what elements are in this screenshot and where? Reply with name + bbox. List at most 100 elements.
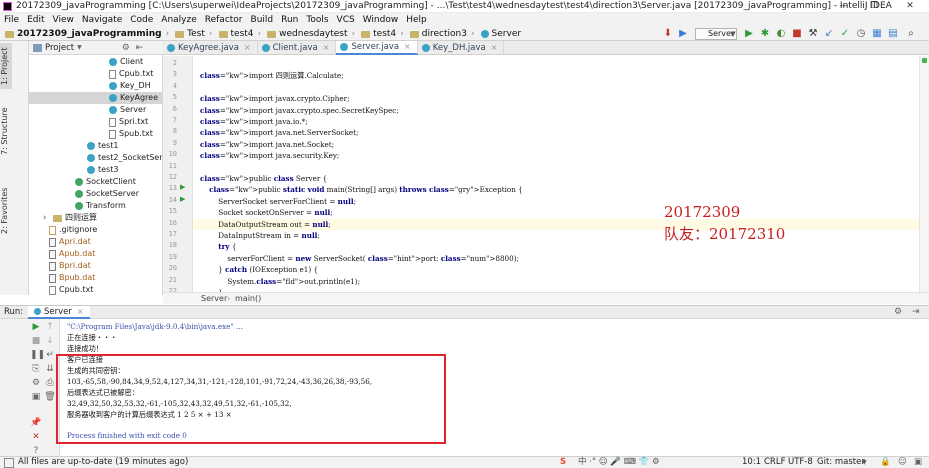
settings-gear-icon[interactable]: ⚙ — [894, 306, 902, 319]
event-log-icon[interactable]: ▣ — [914, 457, 922, 468]
tree-item[interactable]: Client — [29, 56, 162, 68]
tree-item[interactable]: Server — [29, 104, 162, 116]
menu-edit[interactable]: Edit — [23, 13, 48, 27]
close-tab-icon[interactable]: × — [404, 40, 411, 54]
run-gutter-icon[interactable]: ▶ — [180, 195, 185, 203]
editor-crumb-method[interactable]: main() — [235, 293, 261, 304]
breadcrumb-project[interactable]: 20172309_javaProgramming › — [2, 27, 172, 41]
menu-navigate[interactable]: Navigate — [78, 13, 126, 27]
editor-tab[interactable]: KeyAgree.java × — [163, 40, 258, 55]
project-panel-title[interactable]: Project — [45, 43, 74, 53]
close-icon[interactable]: × — [77, 306, 84, 318]
expand-arrow-icon[interactable]: › — [43, 212, 47, 224]
stop-icon[interactable]: ■ — [791, 28, 803, 40]
dropdown-arrow-icon[interactable]: ▼ — [727, 28, 739, 40]
tree-item[interactable]: Bpri.dat — [29, 260, 162, 272]
editor-tab[interactable]: Server.java × — [336, 40, 418, 55]
pause-icon[interactable]: ❚❚ — [30, 349, 45, 361]
editor-scrollbar[interactable] — [919, 56, 929, 292]
tree-item[interactable]: SocketServer — [29, 188, 162, 200]
favorites-tool-tab[interactable]: 2: Favorites — [0, 181, 12, 241]
settings-icon[interactable]: ⚙ — [30, 377, 42, 389]
tree-item[interactable]: Transform — [29, 200, 162, 212]
hide-panel-icon[interactable]: ⇤ — [136, 43, 144, 53]
maximize-button[interactable]: ❐ — [859, 0, 889, 13]
tree-item[interactable]: .gitignore — [29, 224, 162, 236]
menu-code[interactable]: Code — [126, 13, 157, 27]
search-everywhere-icon[interactable]: ⌕ — [905, 28, 917, 40]
status-toggle-icon[interactable] — [4, 458, 14, 468]
breadcrumb-direction3[interactable]: direction3 › — [407, 27, 478, 41]
build-project-icon[interactable]: ⚒ — [807, 28, 819, 40]
tree-item[interactable]: › 四则运算 — [29, 212, 162, 224]
dropdown-arrow-icon[interactable]: ▼ — [77, 44, 82, 51]
vcs-commit-icon[interactable]: ✓ — [839, 28, 851, 40]
vcs-update-icon[interactable]: ↙ — [823, 28, 835, 40]
menu-run[interactable]: Run — [277, 13, 302, 27]
menu-tools[interactable]: Tools — [302, 13, 332, 27]
tree-item[interactable]: Apri.dat — [29, 236, 162, 248]
tree-item[interactable]: Apub.dat — [29, 248, 162, 260]
menu-build[interactable]: Build — [247, 13, 278, 27]
debug-icon[interactable]: ✱ — [759, 28, 771, 40]
code-editor[interactable]: class="kw">import 四则运算.Calculate; class="… — [193, 56, 919, 292]
editor-tab[interactable]: Key_DH.java × — [418, 40, 505, 55]
print-icon[interactable]: ⎙ — [44, 377, 56, 389]
tree-item[interactable]: test2_SocketServer — [29, 152, 162, 164]
sdk-icon[interactable]: ▤ — [887, 28, 899, 40]
menu-refactor[interactable]: Refactor — [201, 13, 247, 27]
menu-view[interactable]: View — [49, 13, 78, 27]
caret-position[interactable]: 10:1 — [742, 457, 761, 468]
breadcrumb-server[interactable]: Server — [478, 27, 525, 41]
minimize-button[interactable]: — — [829, 0, 859, 13]
hide-panel-icon[interactable]: ⇥ — [912, 306, 920, 319]
run-gutter-icon[interactable]: ▶ — [180, 183, 185, 191]
rerun-icon[interactable]: ▶ — [30, 321, 42, 333]
menu-file[interactable]: File — [0, 13, 23, 27]
close-tab-icon[interactable]: × — [244, 41, 251, 55]
pin-icon[interactable]: 📌 — [30, 417, 42, 429]
breadcrumb-test[interactable]: Test › — [172, 27, 215, 41]
tree-item[interactable]: Spri.txt — [29, 116, 162, 128]
restore-layout-icon[interactable]: ▣ — [30, 391, 42, 403]
close-icon[interactable]: ✕ — [30, 431, 42, 443]
clear-all-icon[interactable]: 🗑 — [44, 391, 56, 403]
project-tool-tab[interactable]: 1: Project — [0, 43, 12, 89]
menu-analyze[interactable]: Analyze — [157, 13, 200, 27]
soft-wrap-icon[interactable]: ↵ — [44, 349, 56, 361]
tree-item[interactable]: Key_DH — [29, 80, 162, 92]
menu-window[interactable]: Window — [359, 13, 403, 27]
git-branch[interactable]: Git: master — [817, 457, 865, 468]
file-encoding[interactable]: UTF-8 — [788, 457, 813, 468]
close-window-button[interactable]: ✕ — [895, 0, 925, 13]
project-structure-icon[interactable]: ▦ — [871, 28, 883, 40]
line-separator[interactable]: CRLF — [764, 457, 785, 468]
close-tab-icon[interactable]: × — [323, 41, 330, 55]
tree-item[interactable]: test3 — [29, 164, 162, 176]
history-icon[interactable]: ◷ — [855, 28, 867, 40]
editor-crumb-class[interactable]: Server — [201, 293, 227, 304]
tree-item[interactable]: Spub.txt — [29, 128, 162, 140]
editor-tab[interactable]: Client.java × — [258, 40, 337, 55]
close-tab-icon[interactable]: × — [491, 41, 498, 55]
menu-help[interactable]: Help — [402, 13, 431, 27]
build-arrow-icon[interactable]: ⬇ — [662, 28, 674, 40]
tree-item[interactable]: test1 — [29, 140, 162, 152]
stop-icon[interactable]: ■ — [30, 335, 42, 347]
settings-gear-icon[interactable]: ⚙ — [122, 43, 130, 53]
run-tab-server[interactable]: Server × — [28, 306, 90, 319]
coverage-icon[interactable]: ◐ — [775, 28, 787, 40]
structure-tool-tab[interactable]: 7: Structure — [0, 101, 12, 161]
breadcrumb-wednesdaytest[interactable]: wednesdaytest › — [264, 27, 358, 41]
tree-item[interactable]: KeyAgree — [29, 92, 162, 104]
lock-icon[interactable]: 🔒 — [880, 457, 891, 468]
tree-item[interactable]: SocketClient — [29, 176, 162, 188]
scroll-up-icon[interactable]: ↑ — [44, 321, 56, 333]
scroll-down-icon[interactable]: ↓ — [44, 335, 56, 347]
scroll-to-end-icon[interactable]: ⇊ — [44, 363, 56, 375]
inspector-icon[interactable]: ☺ — [898, 457, 907, 468]
chevron-down-icon[interactable]: ▼ — [862, 457, 867, 468]
tree-item[interactable]: Cpub.txt — [29, 68, 162, 80]
breadcrumb-test4[interactable]: test4 › — [216, 27, 265, 41]
run-icon[interactable]: ▶ — [743, 28, 755, 40]
